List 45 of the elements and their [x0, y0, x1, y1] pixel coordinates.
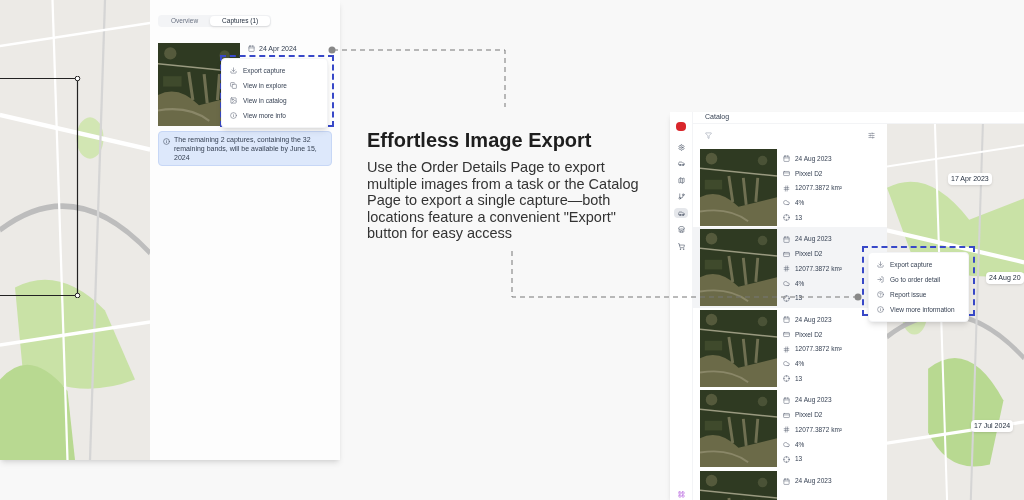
cloud-icon [783, 199, 790, 207]
store-icon [677, 226, 685, 234]
feature-title: Effortless Image Export [367, 128, 593, 153]
target-icon [783, 214, 790, 222]
car-icon [677, 160, 685, 168]
map-icon [677, 176, 685, 184]
calendar-icon [783, 235, 790, 243]
cart-icon [677, 242, 685, 250]
target-icon [783, 375, 790, 383]
target-icon [783, 294, 790, 302]
info-icon [163, 138, 170, 145]
cloud-icon [783, 360, 790, 368]
calendar-icon [783, 477, 790, 485]
copy-icon [230, 82, 237, 89]
grid-icon [677, 491, 685, 499]
calendar-icon [783, 155, 790, 163]
help-icon [877, 291, 884, 298]
grid-icon [783, 426, 790, 434]
download-icon [877, 261, 884, 268]
calendar-icon [783, 316, 790, 324]
login-icon [877, 276, 884, 283]
image-icon [230, 97, 237, 104]
grid-icon [783, 265, 790, 273]
calendar-icon [248, 45, 255, 52]
car-icon [677, 209, 685, 217]
camera-icon [783, 331, 790, 339]
app-logo [676, 122, 686, 131]
grid-icon [783, 345, 790, 353]
cloud-icon [783, 440, 790, 448]
settings-icon [677, 143, 685, 151]
grid-icon [783, 184, 790, 192]
target-icon [783, 455, 790, 463]
camera-icon [783, 170, 790, 178]
camera-icon [783, 411, 790, 419]
info-icon [877, 306, 884, 313]
camera-icon [783, 250, 790, 258]
download-icon [230, 67, 237, 74]
sidebar-item[interactable] [674, 207, 688, 219]
filter-icon[interactable] [705, 131, 712, 139]
branch-icon [677, 193, 685, 201]
cloud-icon [783, 279, 790, 287]
info-icon [230, 112, 237, 119]
calendar-icon [783, 396, 790, 404]
feature-description: Use the Order Details Page to export multiple images from a task or the Catalog Page to export a single capture—both locations feature a convenient "Export" button for easy access [367, 159, 640, 242]
sliders-icon[interactable] [868, 131, 875, 139]
